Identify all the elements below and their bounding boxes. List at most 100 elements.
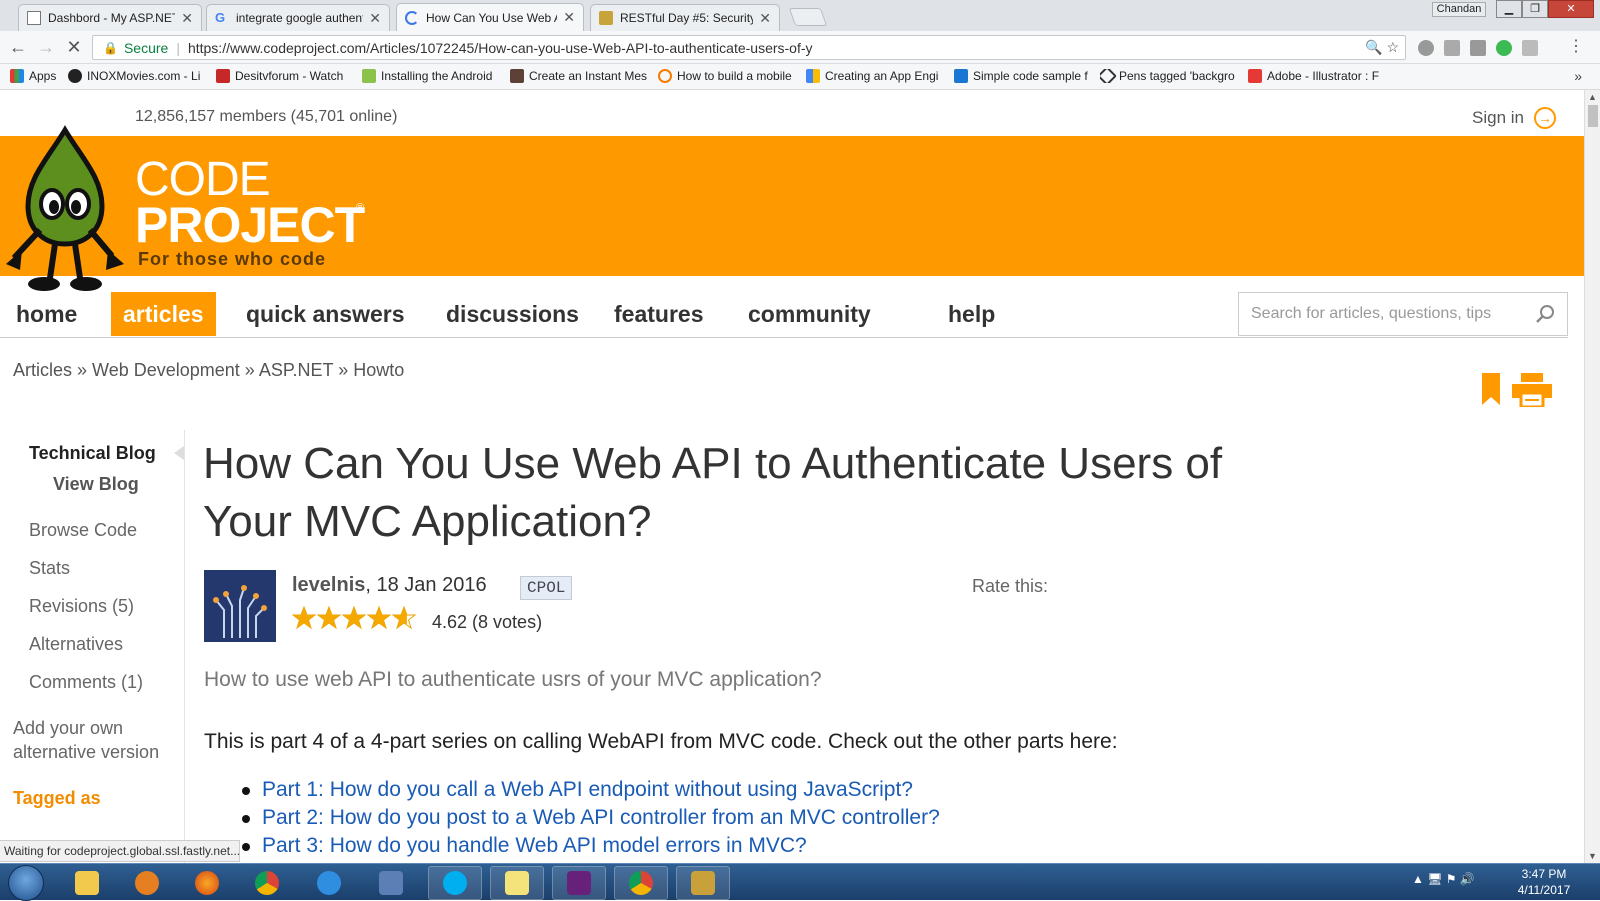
- browser-tab-restful[interactable]: RESTful Day #5: Security ✕: [590, 4, 780, 31]
- taskbar-skype[interactable]: [428, 866, 482, 900]
- scroll-up-icon[interactable]: ▲: [1588, 92, 1597, 102]
- taskbar-chrome-active[interactable]: [614, 866, 668, 900]
- breadcrumb-howto[interactable]: Howto: [353, 360, 404, 380]
- nav-home[interactable]: home: [4, 292, 89, 336]
- sign-in-link[interactable]: Sign in →: [1472, 107, 1556, 129]
- tab-close-icon[interactable]: ✕: [759, 10, 771, 27]
- browser-tab-active[interactable]: How Can You Use Web A ✕: [396, 3, 584, 31]
- nav-articles[interactable]: articles: [111, 292, 216, 336]
- extension-camera-icon[interactable]: [1470, 40, 1486, 56]
- lock-icon: 🔒: [103, 40, 118, 55]
- circle-icon: [658, 69, 672, 83]
- browser-tab-dashboard[interactable]: Dashbord - My ASP.NET ✕: [18, 4, 202, 31]
- restore-button[interactable]: ❐: [1522, 0, 1548, 18]
- nav-discussions[interactable]: discussions: [434, 292, 591, 336]
- collapse-arrow-icon[interactable]: [174, 446, 184, 460]
- tab-close-icon[interactable]: ✕: [369, 10, 381, 27]
- forward-icon[interactable]: →: [36, 37, 56, 57]
- sidebar-item-revisions[interactable]: Revisions (5): [29, 596, 134, 617]
- nav-help[interactable]: help: [936, 292, 1007, 336]
- close-window-button[interactable]: ✕: [1548, 0, 1594, 18]
- bookmark-item[interactable]: Installing the Android: [362, 69, 502, 83]
- breadcrumb-aspnet[interactable]: ASP.NET: [259, 360, 333, 380]
- stop-loading-icon[interactable]: ✕: [64, 37, 84, 57]
- author-name[interactable]: levelnis: [292, 574, 365, 596]
- search-input[interactable]: [1251, 305, 1535, 323]
- bookmark-item[interactable]: Adobe - Illustrator : F: [1248, 69, 1390, 83]
- bookmark-item[interactable]: Pens tagged 'backgro: [1100, 69, 1246, 83]
- tab-close-icon[interactable]: ✕: [181, 10, 193, 27]
- bookmark-item[interactable]: Creating an App Engi: [806, 69, 952, 83]
- author-avatar[interactable]: [204, 570, 276, 642]
- taskbar-chrome[interactable]: [240, 866, 294, 900]
- series-link-part2[interactable]: Part 2: How do you post to a Web API con…: [262, 806, 940, 829]
- license-badge[interactable]: CPOL: [520, 576, 573, 600]
- author-line: levelnis, 18 Jan 2016: [292, 574, 487, 597]
- menu-icon[interactable]: ⋮: [1566, 37, 1586, 57]
- series-link-part1[interactable]: Part 1: How do you call a Web API endpoi…: [262, 778, 913, 801]
- url-text[interactable]: https://www.codeproject.com/Articles/107…: [188, 40, 813, 56]
- logo-tagline: For those who code: [138, 249, 327, 269]
- breadcrumb-web-development[interactable]: Web Development: [92, 360, 240, 380]
- scroll-thumb[interactable]: [1588, 105, 1598, 127]
- taskbar-tools[interactable]: [676, 866, 730, 900]
- view-blog-link[interactable]: View Blog: [53, 474, 139, 495]
- nav-features[interactable]: features: [602, 292, 715, 336]
- zoom-and-star-icons[interactable]: 🔍 ☆: [1365, 39, 1399, 56]
- media-player-icon: [135, 871, 159, 895]
- nav-community[interactable]: community: [736, 292, 883, 336]
- site-search[interactable]: [1238, 292, 1568, 336]
- taskbar-explorer[interactable]: [60, 866, 114, 900]
- tab-close-icon[interactable]: ✕: [563, 9, 575, 26]
- codeproject-icon: [599, 11, 613, 25]
- address-bar[interactable]: 🔒 Secure | https://www.codeproject.com/A…: [92, 35, 1406, 60]
- bookmark-item[interactable]: INOXMovies.com - Li: [68, 69, 208, 83]
- extension-upload-icon[interactable]: [1522, 40, 1538, 56]
- add-alternative-line1[interactable]: Add your own: [13, 718, 123, 739]
- bookmark-item[interactable]: How to build a mobile: [658, 69, 804, 83]
- taskbar-remote-desktop[interactable]: [364, 866, 418, 900]
- profile-button[interactable]: Chandan: [1432, 2, 1486, 17]
- sidebar-item-alternatives[interactable]: Alternatives: [29, 634, 123, 655]
- nav-quick-answers[interactable]: quick answers: [234, 292, 417, 336]
- breadcrumb-articles[interactable]: Articles: [13, 360, 72, 380]
- minimize-button[interactable]: ▁: [1496, 0, 1522, 18]
- status-bubble: Waiting for codeproject.global.ssl.fastl…: [0, 840, 240, 862]
- taskbar-firefox[interactable]: [180, 866, 234, 900]
- sidebar-item-stats[interactable]: Stats: [29, 558, 70, 579]
- bookmark-item[interactable]: Desitvforum - Watch: [216, 69, 354, 83]
- adobe-icon: [1248, 69, 1262, 83]
- search-icon[interactable]: [1535, 304, 1555, 324]
- new-tab-button[interactable]: [788, 8, 828, 26]
- extension-globe-icon[interactable]: [1418, 40, 1434, 56]
- chevron-more-icon[interactable]: »: [1574, 68, 1582, 84]
- logo-project-text: PROJECT: [135, 197, 365, 253]
- sidebar-item-browse-code[interactable]: Browse Code: [29, 520, 137, 541]
- browser-tab-google[interactable]: G integrate google authent ✕: [206, 4, 390, 31]
- series-link-part3[interactable]: Part 3: How do you handle Web API model …: [262, 834, 807, 857]
- print-icon[interactable]: [1512, 373, 1552, 407]
- system-tray-icons[interactable]: ▲ 🖥 ⚑ 🔊: [1412, 872, 1475, 886]
- taskbar-sticky-notes[interactable]: [490, 866, 544, 900]
- rating-text: 4.62 (8 votes): [432, 612, 543, 632]
- desitv-icon: [216, 69, 230, 83]
- scroll-down-icon[interactable]: ▼: [1588, 851, 1597, 861]
- taskbar-ie[interactable]: [302, 866, 356, 900]
- extension-grammarly-icon[interactable]: [1496, 40, 1512, 56]
- taskbar-visual-studio[interactable]: [552, 866, 606, 900]
- taskbar-media-player[interactable]: [120, 866, 174, 900]
- start-button[interactable]: [8, 865, 44, 901]
- page-scrollbar[interactable]: ▲ ▼: [1584, 90, 1600, 863]
- bookmark-item[interactable]: Simple code sample f: [954, 69, 1100, 83]
- taskbar-clock[interactable]: 3:47 PM 4/11/2017: [1510, 866, 1578, 898]
- bookmark-apps[interactable]: Apps: [10, 69, 56, 83]
- back-icon[interactable]: ←: [8, 37, 28, 57]
- main-navigation: home articles quick answers discussions …: [0, 290, 1568, 338]
- sidebar-item-comments[interactable]: Comments (1): [29, 672, 143, 693]
- bookmark-icon[interactable]: [1482, 373, 1500, 405]
- bookmark-item[interactable]: Create an Instant Mes: [510, 69, 656, 83]
- add-alternative-line2[interactable]: alternative version: [13, 742, 159, 763]
- clock-time: 3:47 PM: [1521, 867, 1567, 881]
- tools-icon: [691, 871, 715, 895]
- extension-g-icon[interactable]: [1444, 40, 1460, 56]
